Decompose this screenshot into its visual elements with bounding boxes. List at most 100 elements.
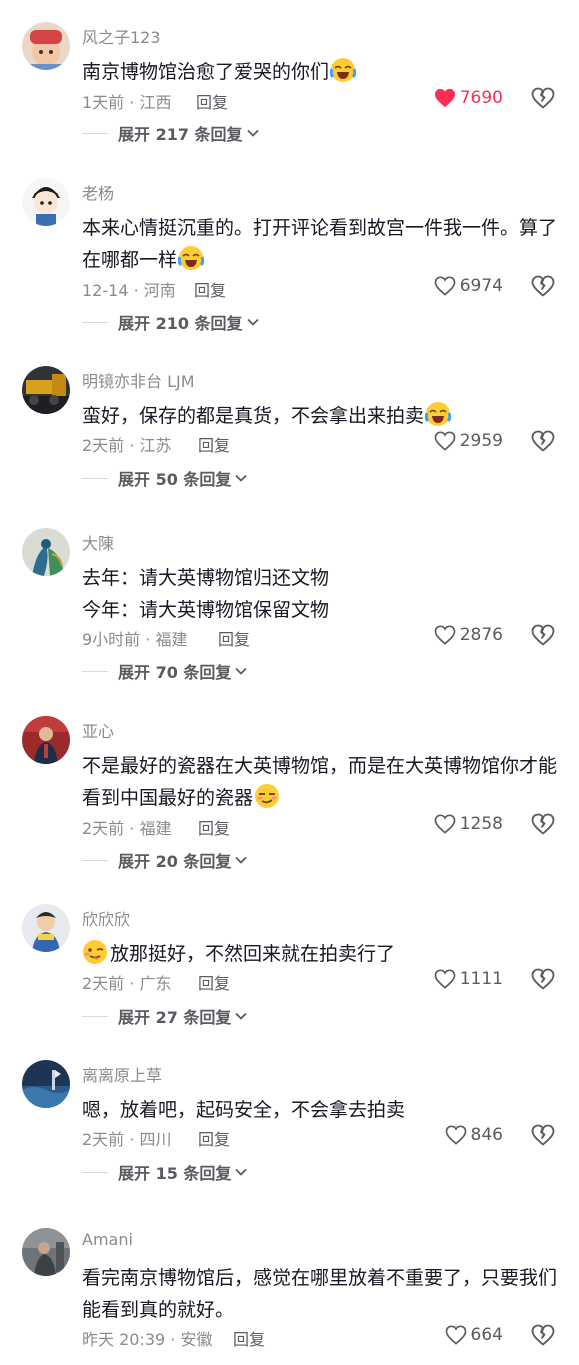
divider: [82, 1015, 108, 1017]
heart-icon: [434, 969, 456, 989]
reply-button[interactable]: 回复: [198, 1126, 230, 1150]
broken-heart-icon[interactable]: [531, 1323, 555, 1347]
like-count: 1258: [459, 814, 503, 834]
broken-heart-icon[interactable]: [531, 429, 555, 453]
broken-heart-icon[interactable]: [531, 623, 555, 647]
expand-replies-button[interactable]: 展开 217 条回复: [82, 121, 259, 145]
expand-label: 展开 70 条回复: [118, 663, 232, 682]
comment-text-line-2: 今年：请大英博物馆保留文物: [82, 599, 330, 621]
divider: [82, 321, 108, 323]
broken-heart-icon[interactable]: [531, 1123, 555, 1147]
heart-icon: [445, 1325, 466, 1345]
expand-replies-button[interactable]: 展开 20 条回复: [82, 848, 248, 872]
reply-button[interactable]: 回复: [198, 815, 230, 839]
divider: [82, 132, 108, 134]
divider: [82, 670, 108, 672]
chevron-down-icon: [235, 667, 248, 675]
username[interactable]: 明镜亦非台 LJM: [82, 368, 195, 392]
like-count: 6974: [459, 276, 503, 296]
avatar[interactable]: [22, 904, 70, 952]
heart-icon: [434, 625, 456, 645]
like-button[interactable]: 1258: [434, 812, 503, 836]
comment-text-content: 蛮好，保存的都是真货，不会拿出来拍卖: [82, 405, 425, 427]
reply-button[interactable]: 回复: [233, 1326, 265, 1350]
expand-label: 展开 50 条回复: [118, 470, 232, 489]
comment-meta: 12-14 · 河南: [82, 281, 176, 300]
comment-meta: 2天前 · 江苏: [82, 436, 172, 455]
broken-heart-icon[interactable]: [531, 86, 555, 110]
heart-icon: [445, 1125, 466, 1145]
expand-label: 展开 20 条回复: [118, 852, 232, 871]
comment-text: 不是最好的瓷器在大英博物馆，而是在大英博物馆你才能看到中国最好的瓷器: [82, 750, 560, 814]
expand-label: 展开 217 条回复: [118, 125, 243, 144]
broken-heart-icon[interactable]: [531, 274, 555, 298]
avatar[interactable]: [22, 528, 70, 576]
username[interactable]: 亚心: [82, 718, 114, 742]
like-button[interactable]: 1111: [434, 967, 503, 991]
comment-text: 看完南京博物馆后，感觉在哪里放着不重要了，只要我们能看到真的就好。: [82, 1262, 560, 1326]
expand-replies-button[interactable]: 展开 15 条回复: [82, 1160, 248, 1184]
reply-button[interactable]: 回复: [194, 277, 226, 301]
username[interactable]: 老杨: [82, 180, 114, 204]
comment-text: 南京博物馆治愈了爱哭的你们: [82, 56, 560, 88]
chevron-down-icon: [246, 129, 259, 137]
wink-tongue-emoji-icon: [82, 939, 108, 965]
expand-replies-button[interactable]: 展开 27 条回复: [82, 1004, 248, 1028]
reply-button[interactable]: 回复: [198, 432, 230, 456]
expand-label: 展开 210 条回复: [118, 314, 243, 333]
reply-button[interactable]: 回复: [196, 89, 228, 113]
chevron-down-icon: [235, 474, 248, 482]
like-count: 1111: [459, 969, 503, 989]
like-count: 664: [470, 1325, 503, 1345]
comment-text: 本来心情挺沉重的。打开评论看到故宫一件我一件。算了在哪都一样: [82, 212, 560, 276]
username[interactable]: Amani: [82, 1230, 133, 1249]
like-button[interactable]: 2876: [434, 623, 503, 647]
comment-text-content: 放那挺好，不然回来就在拍卖行了: [110, 943, 396, 965]
divider: [82, 859, 108, 861]
like-button[interactable]: 664: [445, 1323, 503, 1347]
laugh-cry-emoji-icon: [329, 57, 357, 83]
expand-replies-button[interactable]: 展开 210 条回复: [82, 310, 259, 334]
like-count: 7690: [459, 88, 503, 108]
laugh-cry-emoji-icon: [424, 401, 452, 427]
avatar[interactable]: [22, 1228, 70, 1276]
like-button[interactable]: 846: [445, 1123, 503, 1147]
expand-replies-button[interactable]: 展开 70 条回复: [82, 659, 248, 683]
expand-label: 展开 15 条回复: [118, 1164, 232, 1183]
broken-heart-icon[interactable]: [531, 967, 555, 991]
heart-icon: [434, 814, 456, 834]
like-count: 2959: [459, 431, 503, 451]
chevron-down-icon: [246, 318, 259, 326]
expand-replies-button[interactable]: 展开 50 条回复: [82, 466, 248, 490]
avatar[interactable]: [22, 716, 70, 764]
comment-text: 嗯，放着吧，起码安全，不会拿去拍卖: [82, 1094, 560, 1126]
divider: [82, 477, 108, 479]
comment-meta: 2天前 · 福建: [82, 819, 172, 838]
avatar[interactable]: [22, 366, 70, 414]
comment-meta: 9小时前 · 福建: [82, 630, 188, 649]
broken-heart-icon[interactable]: [531, 812, 555, 836]
like-button[interactable]: 2959: [434, 429, 503, 453]
username[interactable]: 风之子123: [82, 24, 161, 48]
comment-text-content: 本来心情挺沉重的。打开评论看到故宫一件我一件。算了在哪都一样: [82, 217, 558, 271]
heart-icon: [434, 431, 456, 451]
comment-text: 蛮好，保存的都是真货，不会拿出来拍卖: [82, 400, 560, 432]
comment-text-content: 看完南京博物馆后，感觉在哪里放着不重要了，只要我们能看到真的就好。: [82, 1267, 558, 1321]
reply-button[interactable]: 回复: [198, 970, 230, 994]
like-button[interactable]: 6974: [434, 274, 503, 298]
laugh-cry-emoji-icon: [177, 245, 205, 271]
avatar[interactable]: [22, 1060, 70, 1108]
username[interactable]: 大陳: [82, 530, 114, 554]
avatar[interactable]: [22, 22, 70, 70]
heart-icon: [434, 276, 456, 296]
like-button[interactable]: 7690: [434, 86, 503, 110]
username[interactable]: 离离原上草: [82, 1062, 162, 1086]
divider: [82, 1171, 108, 1173]
comment-text-content: 不是最好的瓷器在大英博物馆，而是在大英博物馆你才能看到中国最好的瓷器: [82, 755, 558, 809]
reply-button[interactable]: 回复: [218, 626, 250, 650]
chevron-down-icon: [235, 856, 248, 864]
avatar[interactable]: [22, 178, 70, 226]
like-count: 2876: [459, 625, 503, 645]
username[interactable]: 欣欣欣: [82, 906, 130, 930]
comment-text-line-1: 去年：请大英博物馆归还文物: [82, 567, 330, 589]
